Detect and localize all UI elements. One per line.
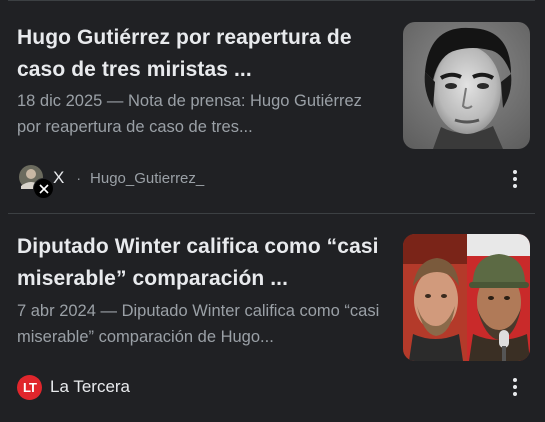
la-tercera-logo-icon: LT bbox=[17, 374, 42, 400]
search-results-panel: Hugo Gutiérrez por reapertura de caso de… bbox=[0, 0, 545, 422]
result-title[interactable]: Hugo Gutiérrez por reapertura de caso de… bbox=[17, 22, 387, 86]
separator-dot: · bbox=[76, 170, 82, 186]
x-logo-icon bbox=[33, 178, 54, 199]
x-avatar-icon bbox=[17, 164, 54, 199]
result-thumbnail[interactable] bbox=[403, 234, 530, 361]
result-card[interactable]: Diputado Winter califica como “casi mise… bbox=[0, 214, 545, 422]
result-source[interactable]: X · Hugo_Gutierrez_ bbox=[17, 163, 205, 199]
result-title[interactable]: Diputado Winter califica como “casi mise… bbox=[17, 231, 387, 295]
more-options-button[interactable] bbox=[502, 374, 528, 400]
result-snippet: 18 dic 2025 — Nota de prensa: Hugo Gutié… bbox=[17, 92, 362, 136]
result-snippet: 7 abr 2024 — Diputado Winter califica co… bbox=[17, 302, 380, 346]
result-thumbnail[interactable] bbox=[403, 22, 530, 149]
more-vert-icon bbox=[513, 378, 517, 396]
result-card[interactable]: Hugo Gutiérrez por reapertura de caso de… bbox=[0, 0, 545, 213]
portrait-image bbox=[403, 234, 530, 361]
result-source[interactable]: LT La Tercera bbox=[17, 372, 130, 402]
portrait-image bbox=[403, 22, 530, 149]
source-name: La Tercera bbox=[50, 377, 131, 396]
source-name: X bbox=[53, 168, 65, 187]
more-vert-icon bbox=[513, 170, 517, 188]
source-handle: Hugo_Gutierrez_ bbox=[90, 169, 205, 187]
more-options-button[interactable] bbox=[502, 166, 528, 192]
